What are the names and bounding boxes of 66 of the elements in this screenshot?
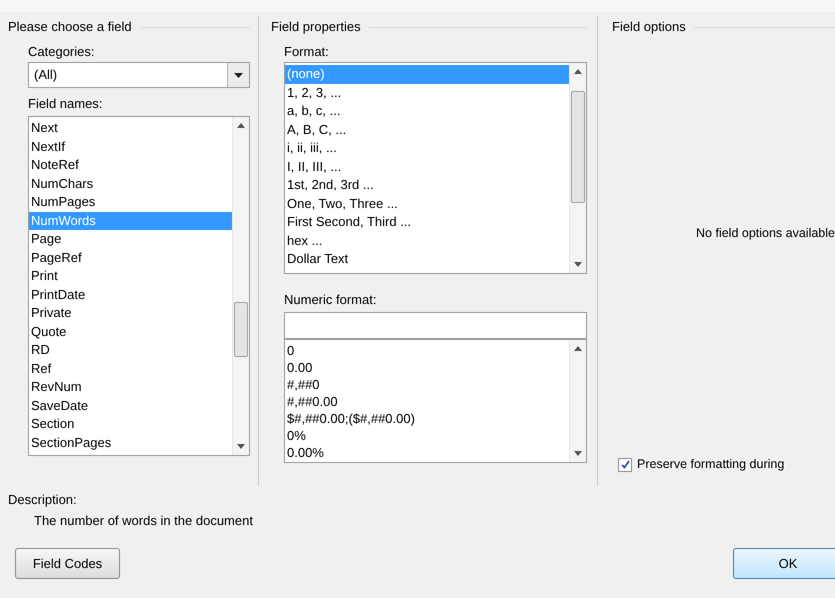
scroll-down-icon[interactable]	[237, 444, 245, 449]
list-item[interactable]: 0.00	[285, 359, 569, 376]
categories-label: Categories:	[28, 43, 96, 61]
scrollbar-drawing[interactable]	[232, 117, 249, 455]
ok-button[interactable]: OK	[733, 548, 835, 579]
checkmark-icon	[620, 460, 630, 470]
scroll-down-icon[interactable]	[574, 262, 582, 267]
field-codes-button[interactable]: Field Codes	[15, 548, 120, 579]
numeric-format-field[interactable]	[284, 312, 587, 339]
list-item[interactable]: 0%	[285, 427, 569, 444]
list-item[interactable]: One, Two, Three ...	[285, 194, 569, 213]
scroll-thumb[interactable]	[571, 91, 585, 203]
scrollbar-drawing[interactable]	[569, 340, 586, 462]
preserve-checkbox[interactable]	[618, 458, 632, 472]
list-item[interactable]: Ref	[29, 360, 232, 378]
format-label: Format:	[284, 43, 330, 61]
description-label: Description:	[8, 491, 78, 509]
group-title: Field properties	[271, 18, 361, 36]
description-text: The number of words in the document	[33, 512, 254, 530]
list-item[interactable]: 1st, 2nd, 3rd ...	[285, 176, 569, 194]
list-item[interactable]: PageRef	[29, 248, 232, 267]
numeric-format-list[interactable]: 0 0.00 #,##0 #,##0.00 $#,##0.00;($#,##0.00) 0% 0.00%	[284, 339, 587, 463]
preserve-label: Preserve formatting during	[637, 456, 784, 474]
list-item[interactable]: SectionPages	[29, 434, 232, 452]
group-title: Please choose a field	[8, 18, 132, 36]
list-item[interactable]: i, ii, iii, ...	[285, 139, 569, 158]
list-item[interactable]: 1, 2, 3, ...	[285, 84, 569, 102]
list-item[interactable]: NoteRef	[29, 156, 232, 174]
dropdown-arrow-icon	[234, 72, 243, 78]
field-names-label: Field names:	[28, 95, 104, 113]
list-item[interactable]: RD	[29, 341, 232, 360]
list-item[interactable]: First Second, Third ...	[285, 213, 569, 232]
categories-dropdown[interactable]: (All)	[28, 62, 250, 88]
list-item[interactable]: SaveDate	[29, 396, 232, 415]
list-item[interactable]: #,##0	[285, 376, 569, 393]
format-list[interactable]: (none) 1, 2, 3, ... a, b, c, ... A, B, C, ... i, ii, iii, ... I, II, III, ... 1st, 2nd, 3rd ... One, Two, Three ... First Second, Third ... hex ... Dollar Text	[284, 62, 587, 274]
scroll-down-icon[interactable]	[574, 451, 582, 456]
list-item[interactable]: NumChars	[29, 174, 232, 193]
list-item[interactable]: hex ...	[285, 232, 569, 250]
list-item[interactable]: Print	[29, 267, 232, 286]
list-item[interactable]: NumPages	[29, 193, 232, 212]
list-item[interactable]: I, II, III, ...	[285, 158, 569, 176]
list-item[interactable]: A, B, C, ...	[285, 120, 569, 139]
list-item[interactable]: NextIf	[29, 138, 232, 156]
list-item[interactable]: #,##0.00	[285, 393, 569, 410]
list-item[interactable]: Dollar Text	[285, 250, 569, 268]
scroll-up-icon[interactable]	[574, 346, 582, 351]
list-item[interactable]: RevNum	[29, 378, 232, 396]
list-item[interactable]: Next	[29, 119, 232, 138]
list-item[interactable]: Quote	[29, 322, 232, 341]
field-names-list[interactable]: Next NextIf NoteRef NumChars NumPages NumWords Page PageRef Print PrintDate Private Quote RD Ref RevNum SaveDate Section SectionPages	[28, 116, 250, 456]
group-title: Field options	[612, 18, 686, 36]
list-item[interactable]: Page	[29, 230, 232, 248]
no-options-message: No field options available	[696, 225, 835, 242]
scroll-up-icon[interactable]	[237, 123, 245, 128]
list-item[interactable]: Private	[29, 304, 232, 322]
scroll-up-icon[interactable]	[574, 69, 582, 74]
list-item[interactable]: PrintDate	[29, 286, 232, 304]
list-item[interactable]: Section	[29, 415, 232, 434]
list-item[interactable]: 0	[285, 342, 569, 359]
numeric-format-label: Numeric format:	[284, 291, 378, 309]
scrollbar-drawing[interactable]	[569, 63, 586, 273]
list-item[interactable]: a, b, c, ...	[285, 102, 569, 120]
list-item[interactable]: 0.00%	[285, 444, 569, 461]
list-item[interactable]: $#,##0.00;($#,##0.00)	[285, 410, 569, 427]
scroll-thumb[interactable]	[234, 302, 248, 357]
